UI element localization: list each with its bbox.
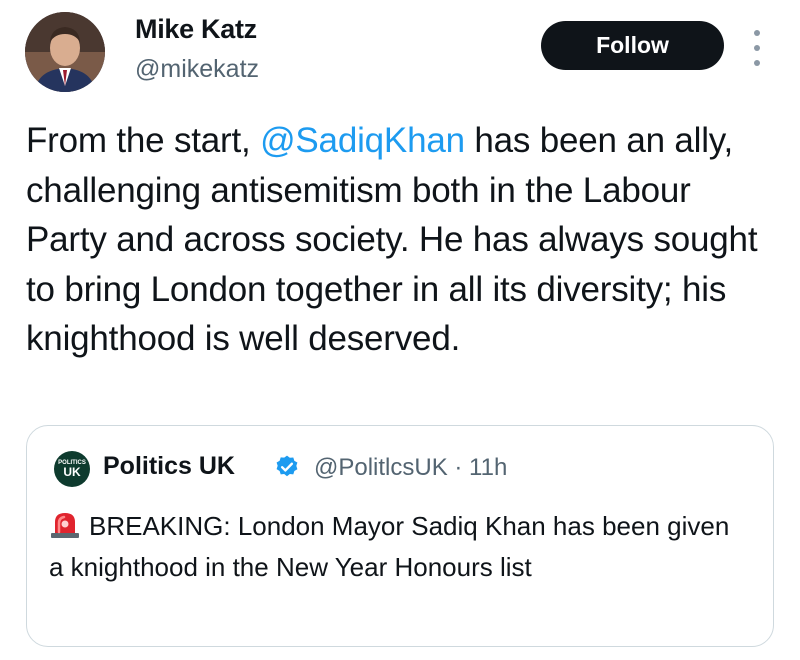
author-avatar[interactable] xyxy=(25,12,105,92)
tweet-text-before: From the start, xyxy=(26,121,261,160)
siren-icon xyxy=(51,513,79,538)
more-vertical-icon[interactable] xyxy=(752,30,762,66)
quoted-text-body: BREAKING: London Mayor Sadiq Khan has be… xyxy=(49,511,730,582)
quoted-avatar[interactable]: POLITICS UK xyxy=(54,451,90,487)
verified-badge-icon xyxy=(276,455,298,477)
quoted-tweet-card[interactable]: POLITICS UK Politics UK @PolitlcsUK · 11… xyxy=(26,425,774,647)
tweet-text: From the start, @SadiqKhan has been an a… xyxy=(26,116,776,364)
quoted-text: BREAKING: London Mayor Sadiq Khan has be… xyxy=(49,506,749,588)
quoted-avatar-big-text: UK xyxy=(63,465,81,479)
author-name[interactable]: Mike Katz xyxy=(135,14,257,45)
author-handle[interactable]: @mikekatz xyxy=(135,55,259,84)
quoted-handle-time: @PolitlcsUK · 11h xyxy=(314,454,508,481)
mention-link[interactable]: @SadiqKhan xyxy=(260,121,465,160)
follow-button[interactable]: Follow xyxy=(541,21,724,70)
quoted-author-name[interactable]: Politics UK xyxy=(103,452,235,481)
